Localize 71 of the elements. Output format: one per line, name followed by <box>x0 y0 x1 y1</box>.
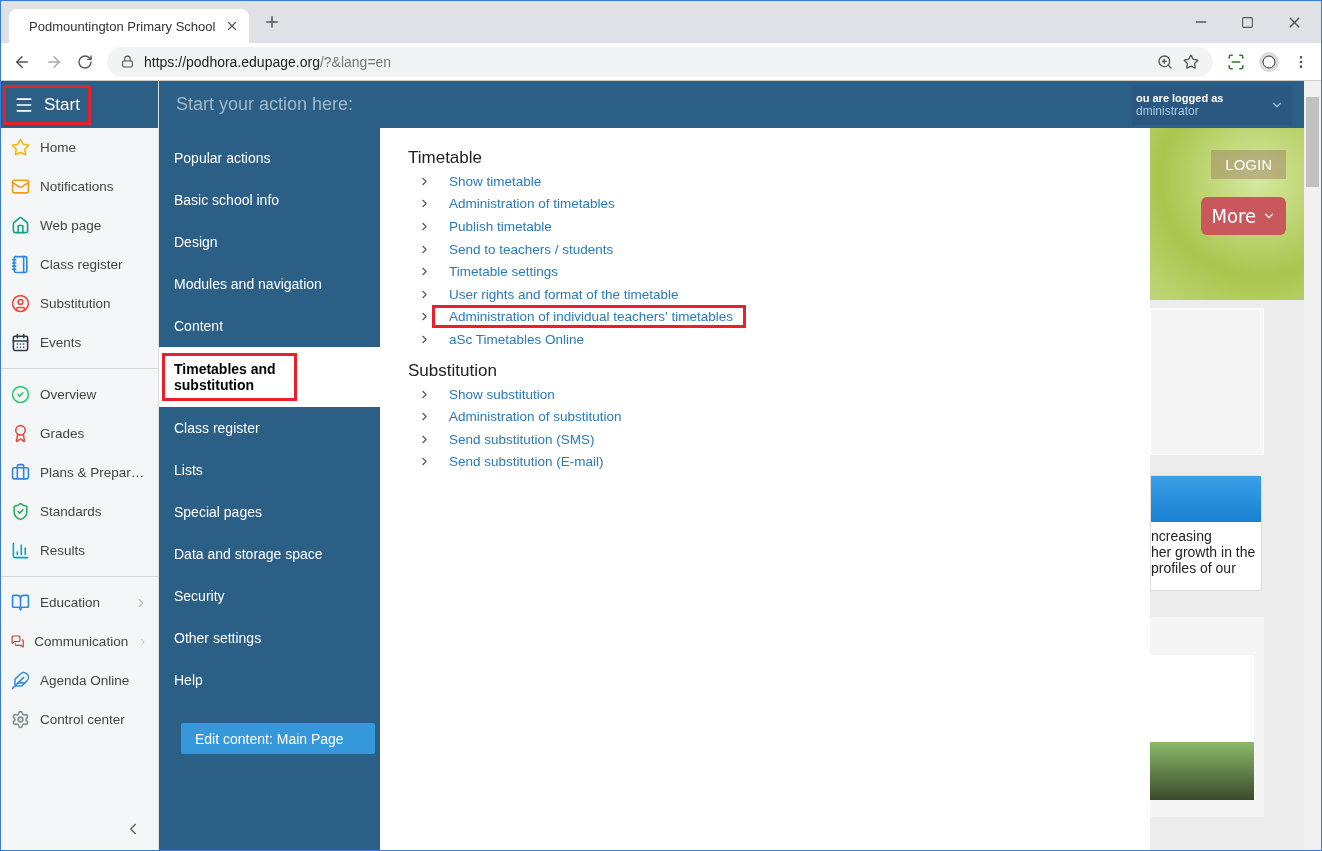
sidebar-item[interactable]: Communication <box>1 622 158 661</box>
category-item[interactable]: Popular actions <box>159 137 380 179</box>
action-link[interactable]: Show timetable <box>432 169 555 193</box>
star-icon <box>11 138 30 157</box>
section-title: Timetable <box>408 148 483 168</box>
action-link[interactable]: Show substitution <box>432 382 568 406</box>
sidebar-item[interactable]: Class register <box>1 245 158 284</box>
new-tab-icon[interactable] <box>263 13 281 31</box>
sidebar-item[interactable]: Web page <box>1 206 158 245</box>
action-link[interactable]: Send substitution (E-mail) <box>432 450 617 474</box>
action-link[interactable]: Publish timetable <box>432 215 565 238</box>
house-icon <box>11 216 30 235</box>
calendar-icon <box>11 333 30 352</box>
sidebar-item[interactable]: Standards <box>1 492 158 531</box>
account-dropdown[interactable]: ou are logged as dministrator <box>1132 84 1292 125</box>
sidebar-item[interactable]: Notifications <box>1 167 158 206</box>
action-link[interactable]: Send substitution (SMS) <box>432 427 608 451</box>
briefcase-icon <box>11 463 30 482</box>
settings-icon <box>11 710 30 729</box>
check-circle-icon <box>11 385 30 404</box>
action-link[interactable]: Send to teachers / students <box>432 237 627 261</box>
sidebar-item[interactable]: Control center <box>1 700 158 739</box>
shield-icon <box>11 502 30 521</box>
sidebar-item[interactable]: Overview <box>1 375 158 414</box>
speech-bubbles-icon <box>11 632 25 651</box>
action-link[interactable]: Administration of timetables <box>432 192 628 216</box>
category-item[interactable]: Content <box>159 305 380 347</box>
category-item[interactable]: Design <box>159 221 380 263</box>
category-item[interactable]: Special pages <box>159 491 380 533</box>
sidebar-item[interactable]: Plans & Prepar… <box>1 453 158 492</box>
lock-icon <box>121 55 134 68</box>
sidebar-item[interactable]: Grades <box>1 414 158 453</box>
action-link[interactable]: User rights and format of the timetable <box>432 282 692 306</box>
category-item[interactable]: Class register <box>159 407 380 449</box>
action-link[interactable]: Timetable settings <box>432 260 572 284</box>
envelope-icon <box>11 177 30 196</box>
sidebar-item[interactable]: Home <box>1 128 158 167</box>
scrollbar[interactable] <box>1304 81 1321 850</box>
sidebar-item[interactable]: Education <box>1 583 158 622</box>
action-link[interactable]: aSc Timetables Online <box>432 327 598 351</box>
category-item[interactable]: Data and storage space <box>159 533 380 575</box>
sidebar-item[interactable]: Results <box>1 531 158 570</box>
bookmark-star-icon[interactable] <box>1183 53 1199 70</box>
action-link[interactable]: Administration of substitution <box>432 405 635 429</box>
action-prompt: Start your action here: <box>176 94 355 115</box>
sidebar-item[interactable]: Agenda Online <box>1 661 158 700</box>
screen-capture-icon[interactable] <box>1227 52 1245 71</box>
card-text: ncreasing her growth in the profiles of our <box>1151 528 1257 576</box>
category-item[interactable]: Help <box>159 659 380 701</box>
sidebar-item[interactable]: Events <box>1 323 158 362</box>
person-icon <box>11 294 30 313</box>
bar-chart-icon <box>11 541 30 560</box>
address-bar[interactable]: https://podhora.edupage.org/?&lang=en <box>107 46 1213 77</box>
profile-avatar-icon[interactable] <box>1259 51 1279 72</box>
notebook-icon <box>11 255 30 274</box>
sidebar-item[interactable]: Substitution <box>1 284 158 323</box>
feather-icon <box>11 671 30 690</box>
category-item[interactable]: Other settings <box>159 617 380 659</box>
category-item[interactable]: Timetables and substitution <box>159 347 380 407</box>
category-item[interactable]: Lists <box>159 449 380 491</box>
start-button[interactable]: Start <box>3 84 91 125</box>
reload-icon[interactable] <box>77 53 93 70</box>
section-title: Substitution <box>408 360 498 381</box>
more-button[interactable]: More <box>1201 197 1286 235</box>
book-icon <box>11 593 30 612</box>
zoom-icon[interactable] <box>1157 53 1173 70</box>
category-item[interactable]: Security <box>159 575 380 617</box>
action-link[interactable]: Administration of individual teachers' timetables <box>432 305 746 329</box>
browser-tab[interactable]: Podmountington Primary School <box>9 9 249 43</box>
category-item[interactable]: Basic school info <box>159 179 380 221</box>
category-item[interactable]: Modules and navigation <box>159 263 380 305</box>
